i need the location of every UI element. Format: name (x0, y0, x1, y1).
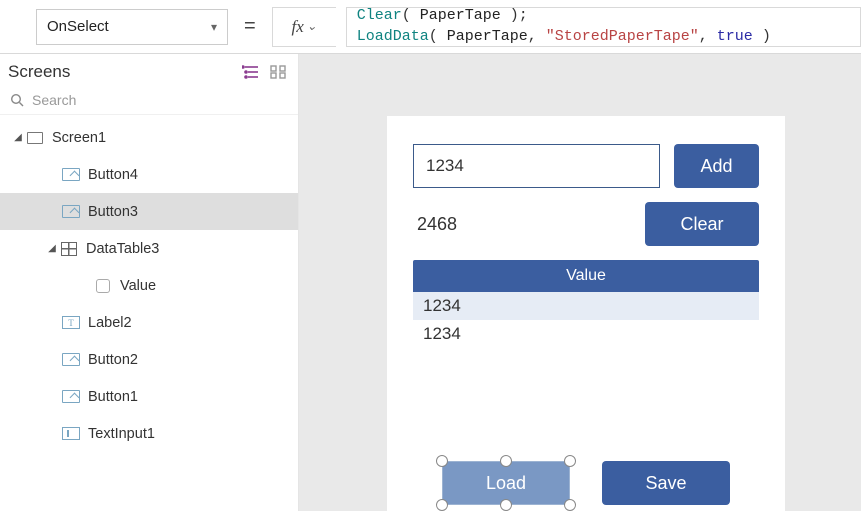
screen-icon (26, 129, 44, 147)
resize-handle-icon[interactable] (564, 455, 576, 467)
clear-button[interactable]: Clear (645, 202, 759, 246)
label-icon: T (62, 314, 80, 332)
button-icon (62, 166, 80, 184)
property-selector-label: OnSelect (47, 18, 109, 35)
expander-icon[interactable]: ◢ (44, 243, 60, 254)
resize-handle-icon[interactable] (436, 455, 448, 467)
button-icon (62, 388, 80, 406)
panel-header: Screens (0, 54, 298, 88)
chevron-down-icon: ▾ (211, 20, 217, 34)
formula-bar: OnSelect ▾ = fx ⌄ Clear( PaperTape ); Lo… (0, 0, 861, 54)
tree-item-label: Button2 (88, 352, 138, 368)
tree-item-button3[interactable]: Button3 (0, 193, 298, 230)
table-row[interactable]: 1234 (413, 292, 759, 320)
table-header: Value (413, 260, 759, 292)
button-icon (62, 203, 80, 221)
tree-item-label: Button4 (88, 167, 138, 183)
expander-icon[interactable]: ◢ (10, 132, 26, 143)
tree-item-screen1[interactable]: ◢ Screen1 (0, 119, 298, 156)
tree-item-button2[interactable]: Button2 (0, 341, 298, 378)
resize-handle-icon[interactable] (500, 499, 512, 511)
tree: ◢ Screen1 Button4 Button3 ◢ DataTable3 (0, 115, 298, 511)
tree-item-label: TextInput1 (88, 426, 155, 442)
panel-title: Screens (8, 62, 70, 82)
search-row (0, 88, 298, 115)
tree-item-label2[interactable]: T Label2 (0, 304, 298, 341)
selected-control[interactable]: Load (442, 461, 570, 505)
app-preview: Add 2468 Clear Value 1234 1234 Load (387, 116, 785, 511)
search-icon (10, 93, 24, 107)
table-row[interactable]: 1234 (413, 320, 759, 348)
sum-label: 2468 (413, 214, 631, 235)
tree-item-datatable3[interactable]: ◢ DataTable3 (0, 230, 298, 267)
tree-item-label: DataTable3 (86, 241, 159, 257)
formula-input[interactable]: Clear( PaperTape ); LoadData( PaperTape,… (346, 7, 861, 47)
tree-item-button1[interactable]: Button1 (0, 378, 298, 415)
tree-item-label: Label2 (88, 315, 132, 331)
equals-sign: = (238, 15, 262, 38)
resize-handle-icon[interactable] (564, 499, 576, 511)
tree-item-label: Screen1 (52, 130, 106, 146)
tree-item-label: Value (120, 278, 156, 294)
property-selector[interactable]: OnSelect ▾ (36, 9, 228, 45)
number-input[interactable] (413, 144, 660, 188)
save-button[interactable]: Save (602, 461, 730, 505)
tree-item-textinput1[interactable]: TextInput1 (0, 415, 298, 452)
data-table[interactable]: Value 1234 1234 (413, 260, 759, 348)
canvas[interactable]: Add 2468 Clear Value 1234 1234 Load (299, 54, 861, 511)
fx-icon[interactable]: fx ⌄ (272, 7, 336, 47)
resize-handle-icon[interactable] (436, 499, 448, 511)
tree-item-value[interactable]: Value (0, 267, 298, 304)
tree-view-icon[interactable] (242, 65, 260, 79)
button-icon (62, 351, 80, 369)
search-input[interactable] (32, 92, 288, 108)
tree-view-panel: Screens ◢ Screen1 (0, 54, 299, 511)
chevron-down-icon: ⌄ (307, 19, 317, 34)
datatable-icon (60, 240, 78, 258)
resize-handle-icon[interactable] (500, 455, 512, 467)
column-icon (94, 277, 112, 295)
tree-item-label: Button3 (88, 204, 138, 220)
tree-item-button4[interactable]: Button4 (0, 156, 298, 193)
thumbnail-view-icon[interactable] (270, 65, 286, 79)
add-button[interactable]: Add (674, 144, 759, 188)
tree-item-label: Button1 (88, 389, 138, 405)
textinput-icon (62, 425, 80, 443)
